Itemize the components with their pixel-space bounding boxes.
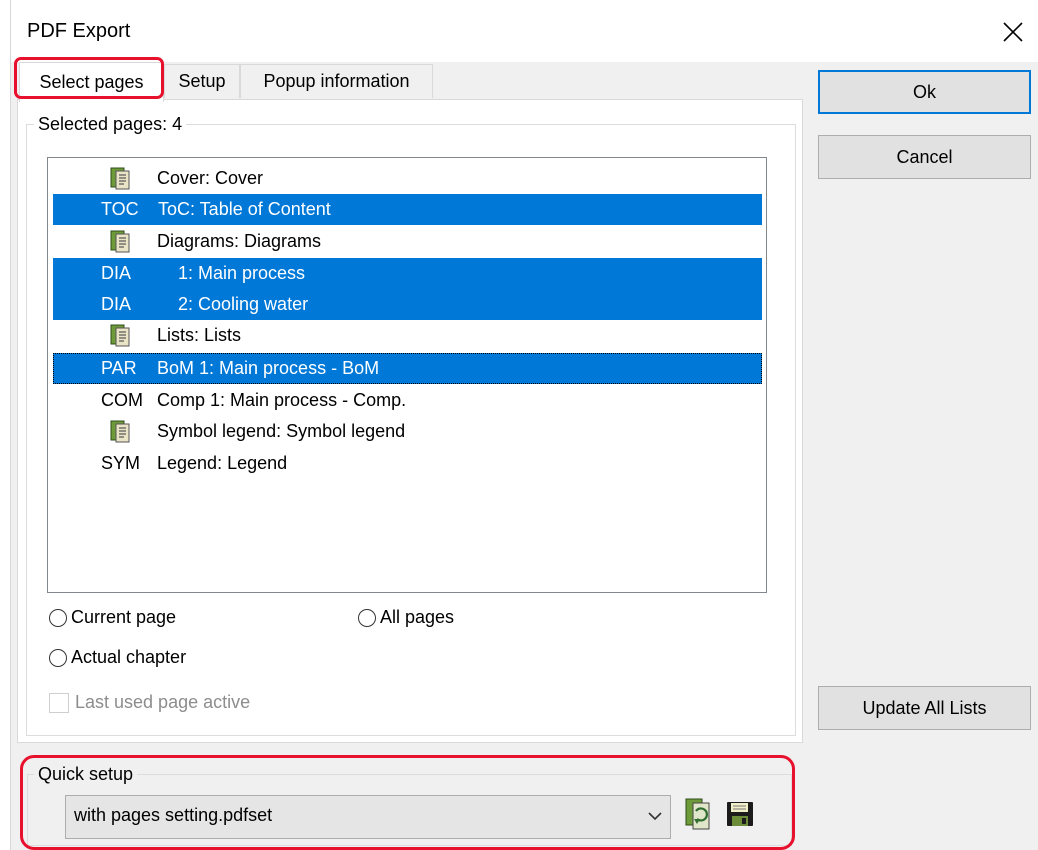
list-item-text: Cover: Cover [157,168,264,188]
list-item-text: Lists: Lists [157,325,242,345]
list-item[interactable]: Diagrams: Diagrams [53,226,762,257]
list-item[interactable]: SYM Legend: Legend [53,448,762,479]
list-item[interactable]: Symbol legend: Symbol legend [53,416,762,447]
list-item-code: PAR [101,358,137,378]
list-item-text: 1: Main process [178,263,306,283]
list-item-text: Symbol legend: Symbol legend [157,421,406,441]
list-item[interactable]: COM Comp 1: Main process - Comp. [53,385,762,416]
list-item[interactable]: DIA 1: Main process [53,258,762,289]
close-button[interactable] [995,14,1031,50]
radio-circle[interactable] [49,608,67,627]
list-item-code: COM [101,390,143,410]
save-icon[interactable] [725,800,755,828]
close-icon [1003,22,1023,42]
ok-button[interactable]: Ok [818,70,1031,114]
checkbox-last-used-page-label: Last used page active [75,692,251,712]
list-item-text: Diagrams: Diagrams [157,231,322,251]
radio-actual-chapter[interactable]: Actual chapter [49,647,186,668]
list-item-text: Comp 1: Main process - Comp. [157,390,407,410]
list-item-code: TOC [101,199,139,219]
radio-actual-chapter-label: Actual chapter [71,647,187,667]
window-title: PDF Export [27,20,131,42]
book-icon [110,230,130,253]
list-item-code: DIA [101,294,132,314]
radio-circle[interactable] [49,648,67,667]
pages-listbox[interactable]: Cover: Cover TOC ToC: Table of Content D… [47,157,767,593]
background-window-edge [0,0,11,850]
radio-all-pages-label: All pages [380,607,455,627]
load-settings-icon[interactable] [684,797,712,831]
update-all-lists-button[interactable]: Update All Lists [818,686,1031,730]
tab-setup[interactable]: Setup [164,64,240,98]
tab-select-pages[interactable]: Select pages [19,62,164,102]
list-item-code: DIA [101,263,132,283]
list-item[interactable]: PAR BoM 1: Main process - BoM [53,353,762,384]
quick-setup-selected-value: with pages setting.pdfset [74,805,273,825]
list-item[interactable]: TOC ToC: Table of Content [53,194,762,225]
checkbox-last-used-page[interactable]: Last used page active [49,692,250,713]
list-item-text: BoM 1: Main process - BoM [157,358,380,378]
list-item-text: Legend: Legend [157,453,288,473]
book-icon [110,167,130,190]
book-icon [110,324,130,347]
list-item[interactable]: DIA 2: Cooling water [53,289,762,320]
checkbox-box[interactable] [49,692,69,713]
list-item-code: SYM [101,453,141,473]
list-item-text: ToC: Table of Content [158,199,331,219]
radio-current-page-label: Current page [71,607,177,627]
list-item[interactable]: Cover: Cover [53,163,762,194]
cancel-button[interactable]: Cancel [818,135,1031,179]
radio-current-page[interactable]: Current page [49,607,176,628]
title-bar [11,0,1038,62]
chevron-down-icon[interactable] [645,806,665,826]
radio-all-pages[interactable]: All pages [358,607,454,628]
tab-popup-information[interactable]: Popup information [240,64,433,98]
list-item[interactable]: Lists: Lists [53,320,762,351]
list-item-text: 2: Cooling water [178,294,309,314]
selected-pages-label: Selected pages: 4 [34,114,187,135]
radio-circle[interactable] [358,608,376,627]
book-icon [110,420,130,443]
quick-setup-label: Quick setup [34,764,138,785]
